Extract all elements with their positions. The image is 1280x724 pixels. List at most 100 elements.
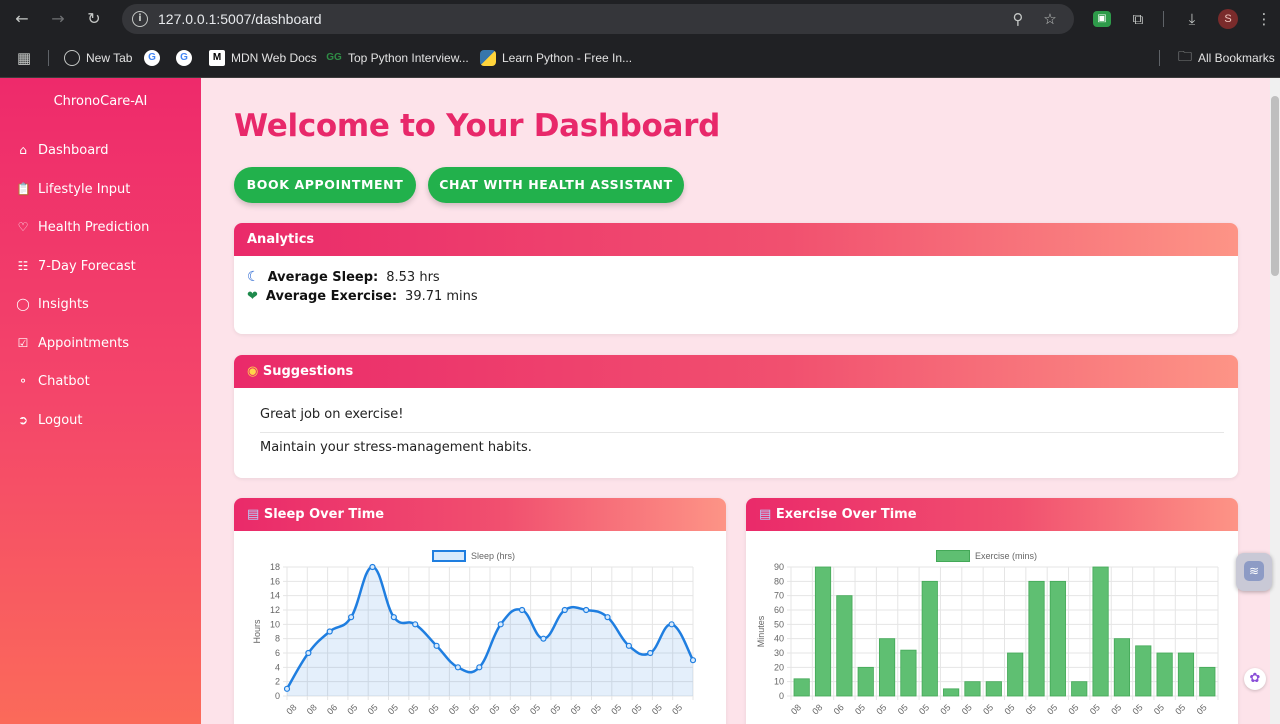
sidebar-item-health-prediction[interactable]: ♡ Health Prediction [16,216,150,238]
forward-icon[interactable]: → [47,8,69,30]
x-tick-label: 08 [284,702,298,716]
x-tick-label: 05 [467,702,481,716]
bar-chart-icon: ▤ [759,507,772,522]
x-tick-label: 05 [1109,702,1123,716]
heart-pulse-icon: ♡ [17,220,29,234]
menu-kebab-icon[interactable]: ⋮ [1253,8,1275,30]
apps-grid-icon[interactable]: ▦ [17,49,31,67]
chat-health-assistant-button[interactable]: CHAT WITH HEALTH ASSISTANT [428,167,684,203]
sidebar-item-lifestyle-input[interactable]: 📋 Lifestyle Input [16,178,130,200]
y-axis-title: Hours [252,619,262,644]
sidebar-item-logout[interactable]: ➲ Logout [16,409,83,431]
sleep-data-point [625,642,632,649]
analytics-card: Analytics ☾ Average Sleep: 8.53 hrs ❤ Av… [234,223,1238,334]
google-icon: G [144,50,160,66]
zoom-icon[interactable]: ⚲ [1008,9,1028,29]
chat-icon: ⚬ [17,374,29,388]
python-icon: P [480,50,496,66]
site-info-icon[interactable]: i [132,11,148,27]
x-tick-label: 05 [917,702,931,716]
sleep-chart-header: ▤ Sleep Over Time [234,498,726,531]
sleep-data-point [305,649,312,657]
toolbar-divider [1163,11,1164,27]
sidebar-item-insights[interactable]: ◯ Insights [16,293,89,315]
assistant-icon: ≋ [1244,561,1264,581]
y-tick-label: 0 [275,691,280,701]
sidebar-item-chatbot[interactable]: ⚬ Chatbot [16,370,90,392]
y-tick-label: 18 [270,562,280,572]
scrollbar-thumb[interactable] [1271,96,1279,276]
suggestion-divider [260,432,1224,433]
exercise-bar [878,638,896,697]
bookmark-new-tab[interactable]: New Tab [64,49,132,67]
x-tick-label: 05 [960,702,974,716]
y-tick-label: 2 [275,677,280,687]
reload-icon[interactable]: ↻ [83,8,105,30]
bookmarks-bar: ▦ New Tab G G M MDN Web Docs GG Top Pyth… [0,38,1280,78]
sleep-data-point [518,606,526,614]
profile-avatar[interactable]: S [1218,9,1238,29]
y-tick-label: 90 [774,562,784,572]
page-viewport: ChronoCare-AI ⌂ Dashboard 📋 Lifestyle In… [0,78,1280,724]
bookmark-star-icon[interactable]: ☆ [1040,9,1060,29]
sidebar-item-dashboard[interactable]: ⌂ Dashboard [16,139,108,161]
sidebar-item-appointments[interactable]: ☑ Appointments [16,332,129,354]
x-tick-label: 05 [609,702,623,716]
x-tick-label: 05 [1173,702,1187,716]
x-tick-label: 05 [896,702,910,716]
average-sleep-row: ☾ Average Sleep: 8.53 hrs [247,269,440,285]
gfg-icon: GG [326,52,342,63]
page-title: Welcome to Your Dashboard [234,108,721,144]
book-appointment-button[interactable]: BOOK APPOINTMENT [234,167,416,203]
address-bar[interactable]: i 127.0.0.1:5007/dashboard ⚲ ☆ [122,4,1074,34]
x-tick-label: 06 [325,702,339,716]
y-tick-label: 40 [774,634,784,644]
x-tick-label: 05 [366,702,380,716]
exercise-bar [1028,580,1045,697]
x-tick-label: 05 [874,702,888,716]
bookmark-python-interview[interactable]: GG Top Python Interview... [326,49,469,67]
sidebar-item-7-day-forecast[interactable]: ☷ 7-Day Forecast [16,255,136,277]
brain-icon[interactable]: ✿ [1244,668,1266,690]
bookmarks-divider [1159,50,1160,66]
x-tick-label: 08 [305,702,319,716]
all-bookmarks[interactable]: 🗀 All Bookmarks [1178,48,1275,67]
x-tick-label: 05 [981,702,995,716]
sleep-data-point [668,621,675,628]
x-tick-label: 05 [487,702,501,716]
download-icon[interactable]: ⤓ [1181,8,1203,30]
exercise-bar [900,649,917,697]
extension-icon[interactable]: ▣ [1093,11,1111,27]
home-icon: ⌂ [19,143,27,157]
page-scrollbar[interactable] [1270,78,1280,724]
x-tick-label: 05 [345,702,359,716]
x-tick-label: 05 [650,702,664,716]
y-tick-label: 60 [774,605,784,615]
exercise-bar [964,681,981,697]
bookmark-learn-python[interactable]: P Learn Python - Free In... [480,49,632,67]
suggestion-item: Great job on exercise! [260,407,404,422]
back-icon[interactable]: ← [11,8,33,30]
sleep-data-point [433,642,440,649]
brand-name: ChronoCare-AI [53,94,148,109]
floating-assistant-button[interactable]: ≋ [1236,553,1272,591]
y-tick-label: 12 [270,605,280,615]
exercise-bar [921,580,938,697]
bookmark-mdn[interactable]: M MDN Web Docs [209,49,317,67]
average-sleep-value: 8.53 hrs [386,269,440,285]
extensions-puzzle-icon[interactable]: ⧉ [1127,8,1149,30]
exercise-bar-chart: 0 10 20 30 40 50 60 70 80 90 08 08 06 05 05 05 05 05 05 05 0… [756,562,1219,716]
x-tick-label: 05 [548,702,562,716]
y-tick-label: 70 [774,591,784,601]
suggestions-card: ◉ Suggestions Great job on exercise! Mai… [234,355,1238,478]
sleep-data-point [326,628,333,635]
x-tick-label: 05 [938,702,952,716]
url-text[interactable]: 127.0.0.1:5007/dashboard [158,11,321,27]
lightbulb-icon: ◯ [16,297,30,311]
google-icon: G [176,50,192,66]
y-tick-label: 6 [275,648,280,658]
bookmark-google-1[interactable]: G [144,49,160,67]
x-tick-label: 05 [1088,702,1102,716]
bookmark-google-2[interactable]: G [176,49,192,67]
exercise-bar [836,595,853,697]
